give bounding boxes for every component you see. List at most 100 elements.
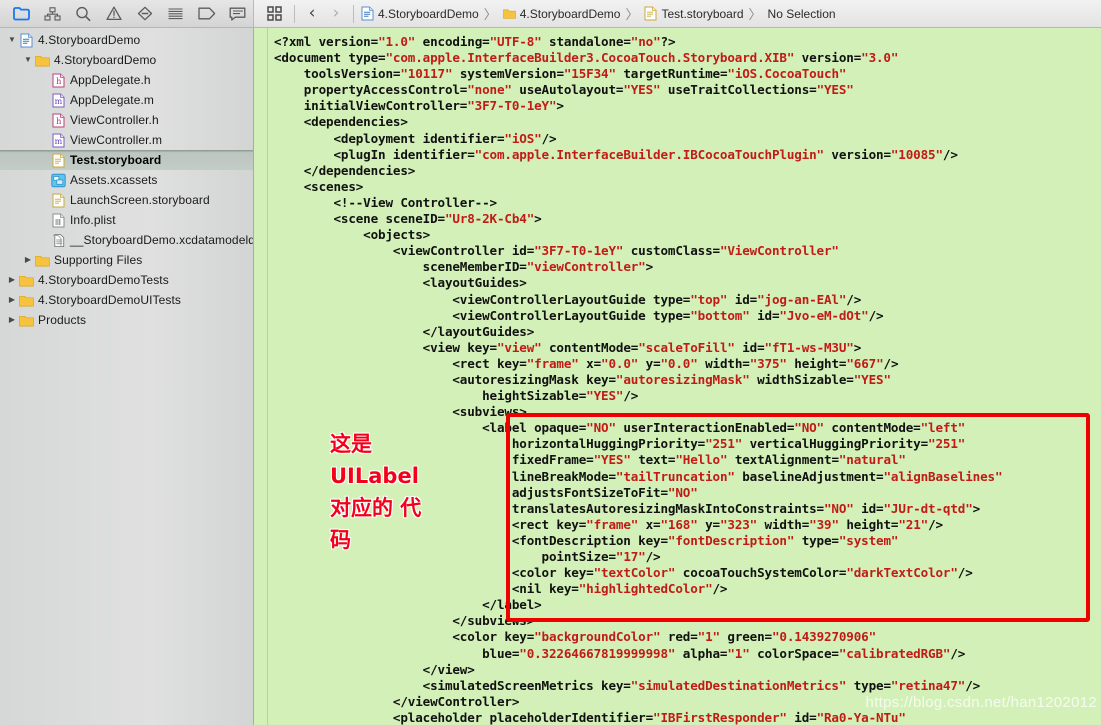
code-area[interactable]: <?xml version="1.0" encoding="UTF-8" sta…: [268, 28, 1101, 725]
folder-icon: [502, 9, 516, 19]
nav-row-label: Test.storyboard: [70, 153, 162, 167]
breadcrumb-separator: 〉: [748, 8, 762, 23]
disclosure-triangle-open[interactable]: ▼: [6, 36, 18, 44]
test-diamond-icon[interactable]: [130, 1, 161, 27]
svg-text:m: m: [54, 137, 62, 146]
nav-row[interactable]: ▼ 4.StoryboardDemo: [0, 50, 253, 70]
folder-icon: [18, 315, 34, 326]
nav-row-icon: [50, 233, 66, 248]
breadcrumb-label: 4.StoryboardDemo: [519, 6, 621, 21]
breadcrumb-bar: ‹ › 4.StoryboardDemo 〉 4.StoryboardDemo …: [254, 0, 1101, 27]
nav-row-icon: [50, 193, 66, 208]
toolbar-divider-2: [353, 4, 354, 23]
storyboard-file-icon: [52, 193, 64, 207]
nav-row-label: 4.StoryboardDemo: [38, 33, 141, 47]
nav-row-label: __StoryboardDemo.xcdatamodeld: [70, 233, 254, 247]
header-file-icon: h: [52, 73, 64, 87]
nav-row-icon: [18, 273, 34, 288]
nav-row[interactable]: LaunchScreen.storyboard: [0, 190, 253, 210]
breadcrumb-item-file[interactable]: Test.storyboard: [642, 6, 745, 21]
report-bubble-icon[interactable]: [222, 1, 253, 27]
folder-icon[interactable]: [6, 1, 37, 27]
project-navigator[interactable]: ▼ 4.StoryboardDemo ▼ 4.StoryboardDemo h AppDe…: [0, 28, 254, 725]
nav-row-icon: [50, 173, 66, 188]
svg-text:m: m: [54, 97, 62, 106]
assets-icon: [50, 173, 66, 187]
nav-row[interactable]: Assets.xcassets: [0, 170, 253, 190]
nav-row-icon: [34, 253, 50, 268]
nav-row-label: Info.plist: [70, 213, 116, 227]
nav-row-icon: [18, 293, 34, 308]
chinese-annotation-text: 这是 UILabel 对应的 代 码: [330, 432, 422, 552]
nav-row-icon: [18, 33, 34, 48]
disclosure-triangle-closed[interactable]: ▶: [6, 276, 18, 284]
nav-row[interactable]: ▶ Supporting Files: [0, 250, 253, 270]
breadcrumb-item-group[interactable]: 4.StoryboardDemo: [501, 6, 623, 21]
m-file-icon: m: [52, 93, 64, 107]
nav-row-icon: h: [50, 73, 66, 88]
nav-row[interactable]: ▶ Products: [0, 310, 253, 330]
nav-row[interactable]: ▶ 4.StoryboardDemoUITests: [0, 290, 253, 310]
nav-row-icon: h: [50, 113, 66, 128]
nav-row-label: AppDelegate.h: [70, 73, 151, 87]
nav-row-label: 4.StoryboardDemoUITests: [38, 293, 182, 307]
hierarchy-icon[interactable]: [37, 1, 68, 27]
nav-row[interactable]: ▼ 4.StoryboardDemo: [0, 30, 253, 50]
breadcrumb-item-project[interactable]: 4.StoryboardDemo: [359, 6, 481, 21]
disclosure-triangle-open[interactable]: ▼: [22, 56, 34, 64]
back-button[interactable]: ‹: [300, 2, 324, 26]
nav-row[interactable]: Test.storyboard: [0, 150, 253, 170]
project-file-icon: [361, 6, 374, 21]
disclosure-triangle-closed[interactable]: ▶: [22, 256, 34, 264]
nav-row[interactable]: h AppDelegate.h: [0, 70, 253, 90]
nav-row[interactable]: m ViewController.m: [0, 130, 253, 150]
nav-row-label: Assets.xcassets: [70, 173, 158, 187]
disclosure-triangle-closed[interactable]: ▶: [6, 296, 18, 304]
grid-icon[interactable]: [259, 1, 289, 27]
nav-row-icon: m: [50, 93, 66, 108]
storyboard-file-icon: [52, 153, 64, 167]
project-file-icon: [20, 33, 32, 47]
datamodel-icon: [52, 233, 64, 247]
nav-row[interactable]: __StoryboardDemo.xcdatamodeld: [0, 230, 253, 250]
navigator-selector-bar: [0, 0, 254, 27]
nav-row-label: 4.StoryboardDemoTests: [38, 273, 169, 287]
xml-source-code[interactable]: <?xml version="1.0" encoding="UTF-8" sta…: [274, 28, 1101, 725]
toolbar-divider-1: [294, 4, 295, 23]
nav-row-label: 4.StoryboardDemo: [54, 53, 157, 67]
nav-row-label: ViewController.m: [70, 133, 163, 147]
folder-icon: [34, 255, 50, 266]
nav-row-icon: [34, 53, 50, 68]
editor-gutter: [254, 28, 268, 725]
nav-row-label: AppDelegate.m: [70, 93, 155, 107]
nav-row[interactable]: m AppDelegate.m: [0, 90, 253, 110]
forward-button[interactable]: ›: [324, 2, 348, 26]
top-toolbar: ‹ › 4.StoryboardDemo 〉 4.StoryboardDemo …: [0, 0, 1101, 28]
folder-icon: [34, 55, 50, 66]
nav-row[interactable]: Info.plist: [0, 210, 253, 230]
plist-file-icon: [52, 213, 64, 227]
watermark: https://blog.csdn.net/han1202012: [865, 694, 1097, 711]
nav-row[interactable]: ▶ 4.StoryboardDemoTests: [0, 270, 253, 290]
nav-row-label: Supporting Files: [54, 253, 143, 267]
nav-row[interactable]: h ViewController.h: [0, 110, 253, 130]
main-body: ▼ 4.StoryboardDemo ▼ 4.StoryboardDemo h AppDe…: [0, 28, 1101, 725]
folder-icon: [18, 275, 34, 286]
tag-icon[interactable]: [191, 1, 222, 27]
svg-text:h: h: [56, 117, 61, 126]
source-editor[interactable]: <?xml version="1.0" encoding="UTF-8" sta…: [254, 28, 1101, 725]
nav-row-label: ViewController.h: [70, 113, 159, 127]
xcode-window: ‹ › 4.StoryboardDemo 〉 4.StoryboardDemo …: [0, 0, 1101, 725]
search-icon[interactable]: [68, 1, 99, 27]
nav-row-icon: [50, 213, 66, 228]
debug-list-icon[interactable]: [160, 1, 191, 27]
nav-row-label: Products: [38, 313, 87, 327]
breadcrumb-label: 4.StoryboardDemo: [378, 6, 479, 21]
storyboard-file-icon: [644, 6, 657, 21]
warning-triangle-icon[interactable]: [99, 1, 130, 27]
breadcrumb-item-selection[interactable]: No Selection: [766, 7, 838, 21]
breadcrumb-label: No Selection: [767, 6, 836, 21]
disclosure-triangle-closed[interactable]: ▶: [6, 316, 18, 324]
breadcrumb: 4.StoryboardDemo 〉 4.StoryboardDemo 〉 Te…: [359, 4, 838, 23]
svg-text:h: h: [56, 77, 61, 86]
